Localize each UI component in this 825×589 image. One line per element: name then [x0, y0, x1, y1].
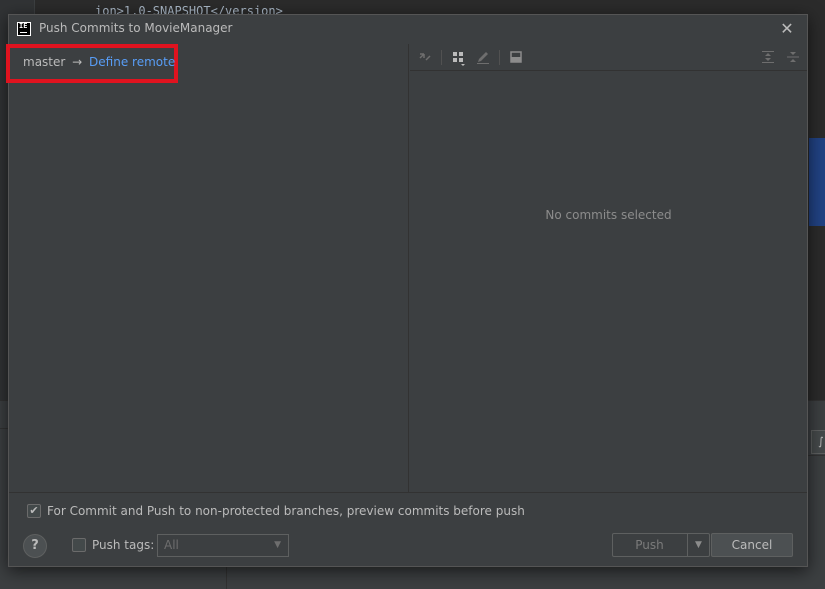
- dialog-title: Push Commits to MovieManager: [39, 21, 233, 35]
- chevron-down-icon: ▼: [274, 540, 281, 550]
- tool-window-side-tab[interactable]: ∫: [811, 430, 825, 454]
- editor-selection: [809, 138, 825, 226]
- toolbar-separator: [441, 50, 442, 65]
- push-tree-panel: master → Define remote: [6, 44, 409, 492]
- push-button-label: Push: [635, 538, 664, 552]
- intellij-app-icon: IE: [17, 22, 31, 36]
- collapse-arrows-icon[interactable]: [416, 49, 434, 67]
- branch-row[interactable]: master → Define remote: [23, 55, 175, 69]
- help-button[interactable]: ?: [23, 534, 47, 558]
- close-icon[interactable]: ✕: [777, 19, 797, 39]
- dialog-titlebar[interactable]: IE Push Commits to MovieManager ✕: [9, 15, 807, 44]
- push-tags-label[interactable]: Push tags:: [92, 538, 154, 552]
- push-tags-checkbox[interactable]: [72, 538, 86, 552]
- edit-icon[interactable]: [474, 49, 492, 67]
- dialog-footer: ✔ For Commit and Push to non-protected b…: [9, 492, 807, 566]
- branch-arrow: →: [72, 55, 83, 69]
- toolbar-separator: [499, 50, 500, 65]
- push-commits-dialog: IE Push Commits to MovieManager ✕ master…: [6, 14, 808, 567]
- push-button[interactable]: Push ▼: [612, 533, 710, 557]
- push-tags-select[interactable]: All ▼: [157, 534, 289, 557]
- cancel-button[interactable]: Cancel: [711, 533, 793, 557]
- preview-diff-icon[interactable]: [507, 49, 525, 67]
- commit-details-panel: No commits selected: [410, 44, 807, 492]
- group-by-icon[interactable]: [450, 49, 468, 67]
- preview-commits-checkbox[interactable]: ✔: [27, 504, 41, 518]
- preview-commits-label[interactable]: For Commit and Push to non-protected bra…: [47, 504, 525, 518]
- push-options-chevron-icon[interactable]: ▼: [688, 534, 709, 556]
- collapse-all-icon[interactable]: [784, 49, 802, 67]
- no-commits-message: No commits selected: [545, 208, 672, 222]
- expand-all-icon[interactable]: [759, 49, 777, 67]
- define-remote-link[interactable]: Define remote: [89, 55, 175, 69]
- local-branch-name: master: [23, 55, 66, 69]
- details-toolbar: [410, 44, 807, 71]
- push-tags-value: All: [164, 538, 179, 552]
